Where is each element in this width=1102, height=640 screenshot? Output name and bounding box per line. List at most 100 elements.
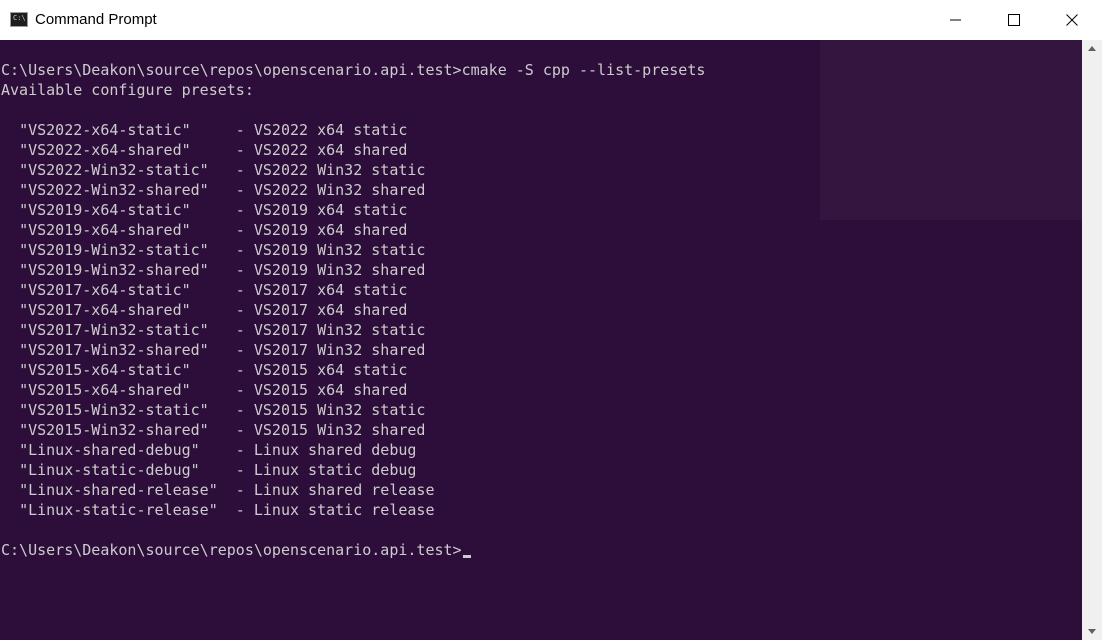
padding (209, 161, 227, 179)
preset-name: "VS2015-Win32-static" (19, 401, 209, 419)
preset-row: "VS2015-Win32-static" - VS2015 Win32 sta… (1, 400, 705, 420)
console-output[interactable]: C:\Users\Deakon\source\repos\openscenari… (0, 40, 1082, 640)
preset-description: VS2015 x64 shared (253, 381, 408, 399)
separator: - (226, 161, 254, 179)
preset-name: "VS2019-Win32-static" (19, 241, 209, 259)
preset-description: VS2019 x64 shared (253, 221, 408, 239)
separator: - (226, 481, 254, 499)
text-cursor (462, 555, 471, 558)
padding (209, 401, 227, 419)
console-icon[interactable]: C:\ (10, 12, 28, 27)
preset-description: VS2022 x64 static (253, 121, 408, 139)
preset-description: VS2015 Win32 shared (253, 421, 426, 439)
scroll-up-arrow-icon (1088, 46, 1096, 51)
padding (191, 281, 227, 299)
vertical-scrollbar[interactable] (1082, 40, 1102, 640)
preset-row: "Linux-shared-debug" - Linux shared debu… (1, 440, 705, 460)
separator: - (226, 241, 254, 259)
padding (191, 141, 227, 159)
preset-row: "VS2022-Win32-static" - VS2022 Win32 sta… (1, 160, 705, 180)
prompt-line[interactable]: C:\Users\Deakon\source\repos\openscenari… (1, 540, 705, 560)
preset-row: "VS2022-x64-static" - VS2022 x64 static (1, 120, 705, 140)
preset-name: "Linux-shared-release" (19, 481, 218, 499)
padding (200, 461, 227, 479)
console-icon-glyph: C:\ (13, 14, 26, 22)
preset-name: "Linux-shared-debug" (19, 441, 200, 459)
preset-name: "VS2017-x64-shared" (19, 301, 191, 319)
preset-description: Linux shared debug (253, 441, 417, 459)
preset-description: VS2017 Win32 shared (253, 341, 426, 359)
separator: - (226, 221, 254, 239)
separator: - (226, 201, 254, 219)
preset-description: VS2015 x64 static (253, 361, 408, 379)
preset-description: VS2019 x64 static (253, 201, 408, 219)
padding (209, 421, 227, 439)
padding (191, 301, 227, 319)
preset-description: VS2022 Win32 shared (253, 181, 426, 199)
preset-name: "VS2015-x64-static" (19, 361, 191, 379)
separator: - (226, 121, 254, 139)
preset-row: "VS2017-Win32-shared" - VS2017 Win32 sha… (1, 340, 705, 360)
preset-name: "VS2019-x64-static" (19, 201, 191, 219)
preset-description: VS2015 Win32 static (253, 401, 426, 419)
close-button[interactable] (1043, 0, 1101, 40)
preset-name: "VS2017-Win32-static" (19, 321, 209, 339)
command-line: C:\Users\Deakon\source\repos\openscenari… (1, 61, 706, 79)
separator: - (226, 321, 254, 339)
padding (191, 121, 227, 139)
preset-description: VS2022 Win32 static (253, 161, 426, 179)
preset-row: "VS2022-x64-shared" - VS2022 x64 shared (1, 140, 705, 160)
padding (209, 321, 227, 339)
preset-row: "VS2019-x64-shared" - VS2019 x64 shared (1, 220, 705, 240)
padding (191, 361, 227, 379)
separator: - (226, 361, 254, 379)
preset-name: "Linux-static-release" (19, 501, 218, 519)
separator: - (226, 461, 254, 479)
preset-name: "VS2015-Win32-shared" (19, 421, 209, 439)
separator: - (226, 501, 254, 519)
preset-description: VS2019 Win32 shared (253, 261, 426, 279)
preset-description: Linux static debug (253, 461, 417, 479)
preset-name: "VS2019-x64-shared" (19, 221, 191, 239)
padding (191, 221, 227, 239)
preset-description: Linux static release (253, 501, 435, 519)
preset-name: "VS2022-Win32-shared" (19, 181, 209, 199)
scroll-down-button[interactable] (1082, 623, 1102, 640)
preset-description: VS2017 x64 shared (253, 301, 408, 319)
preset-name: "VS2022-x64-shared" (19, 141, 191, 159)
background-window-ghost (820, 40, 1082, 220)
separator: - (226, 141, 254, 159)
title-bar[interactable]: C:\ Command Prompt (0, 0, 1102, 40)
padding (191, 201, 227, 219)
scroll-up-button[interactable] (1082, 40, 1102, 57)
padding (209, 241, 227, 259)
close-icon (1066, 14, 1078, 26)
preset-row: "VS2015-x64-shared" - VS2015 x64 shared (1, 380, 705, 400)
preset-name: "VS2015-x64-shared" (19, 381, 191, 399)
padding (218, 481, 227, 499)
preset-row: "VS2017-x64-shared" - VS2017 x64 shared (1, 300, 705, 320)
minimize-button[interactable] (927, 0, 985, 40)
preset-row: "VS2015-x64-static" - VS2015 x64 static (1, 360, 705, 380)
maximize-icon (1008, 14, 1020, 26)
maximize-button[interactable] (985, 0, 1043, 40)
window-title: Command Prompt (35, 11, 157, 28)
preset-description: VS2022 x64 shared (253, 141, 408, 159)
preset-row: "VS2019-Win32-shared" - VS2019 Win32 sha… (1, 260, 705, 280)
